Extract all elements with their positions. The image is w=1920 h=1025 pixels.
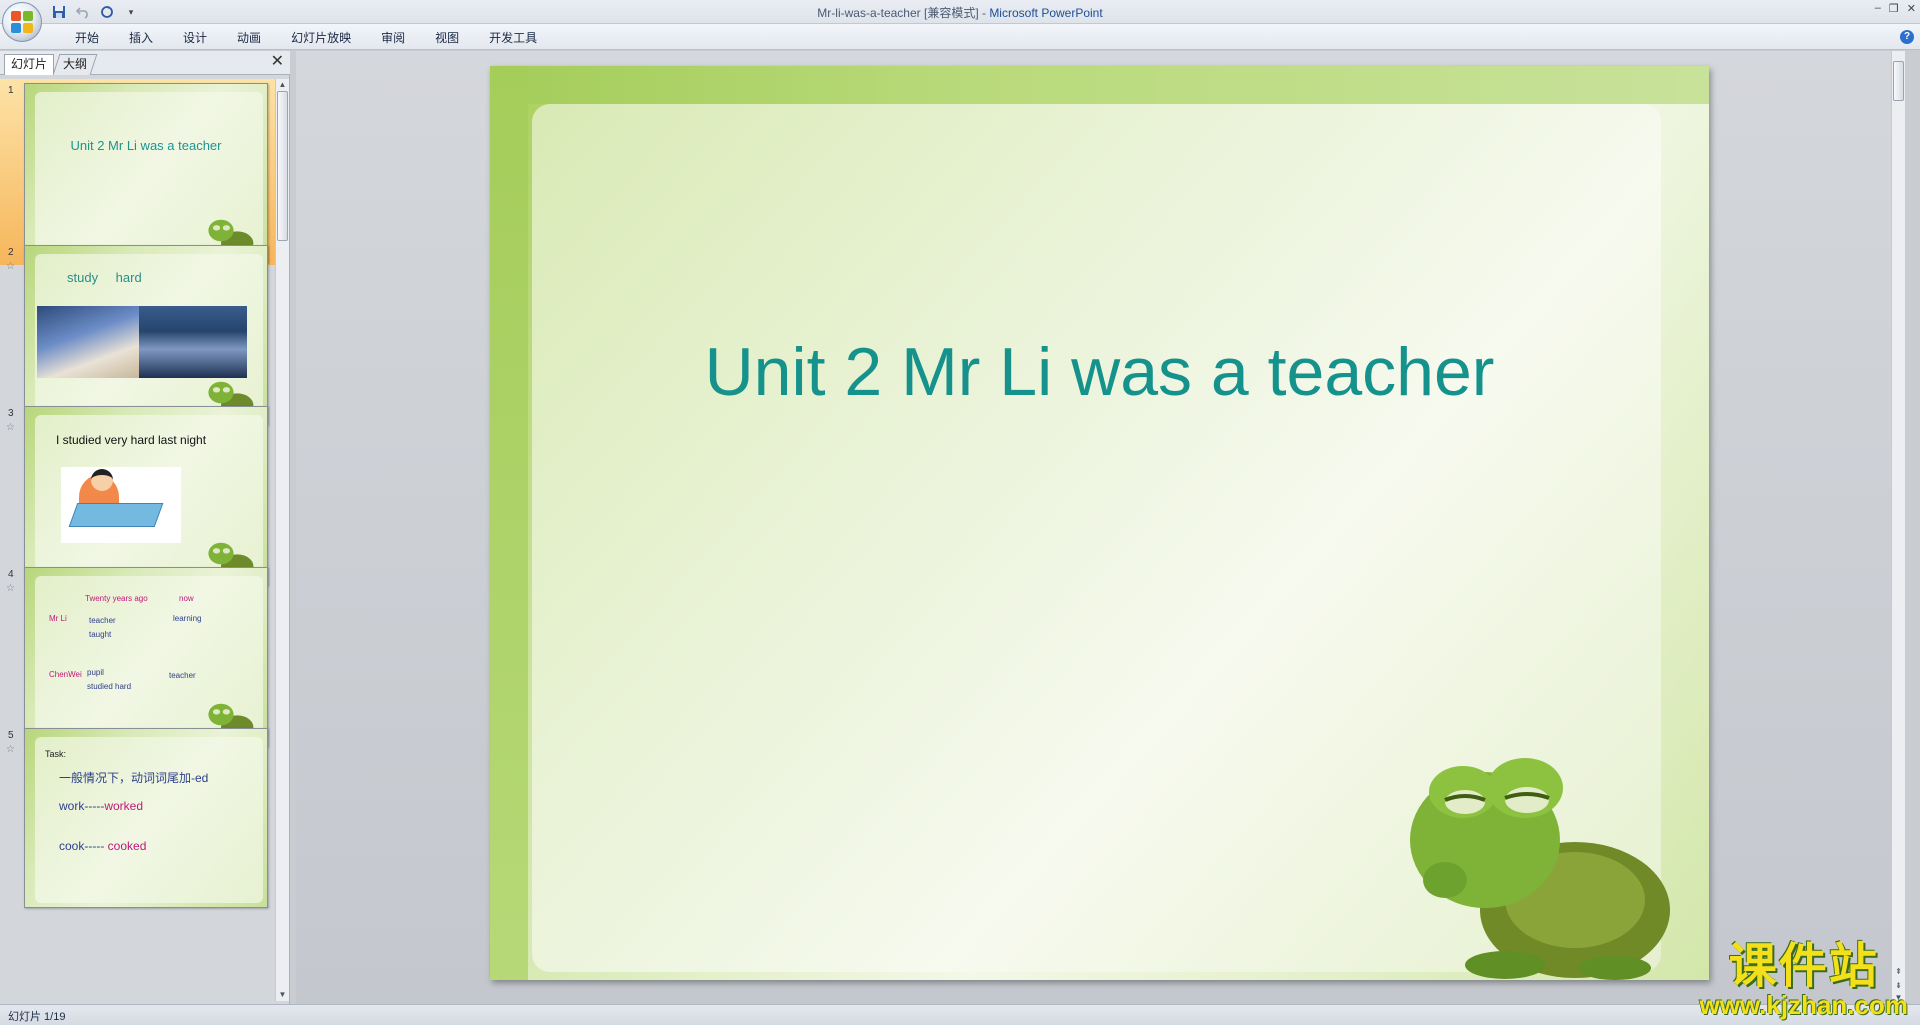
- slide-title[interactable]: Unit 2 Mr Li was a teacher: [490, 333, 1709, 411]
- slide-thumbnail-row[interactable]: 5 ☆ Task: 一般情况下，动词词尾加-ed work-----worked…: [0, 724, 276, 910]
- slide-counter: 幻灯片 1/19: [8, 1011, 66, 1023]
- animation-star-icon: ☆: [6, 583, 15, 594]
- app-name: Microsoft PowerPoint: [989, 6, 1103, 20]
- slide-thumbnail-1[interactable]: Unit 2 Mr Li was a teacher: [24, 83, 268, 263]
- slide-thumbnail-5[interactable]: Task: 一般情况下，动词词尾加-ed work-----worked coo…: [24, 728, 268, 908]
- slide-number: 3: [8, 408, 14, 419]
- slide-thumbnail-row[interactable]: 3 ☆ I studied very hard last night: [0, 402, 276, 588]
- office-button[interactable]: [2, 2, 42, 42]
- tab-insert[interactable]: 插入: [114, 29, 168, 47]
- thumb-text: now: [179, 594, 194, 603]
- close-icon[interactable]: ✕: [271, 54, 284, 70]
- panel-tabs: 幻灯片 大纲 ✕: [0, 51, 290, 75]
- thumb-text: cooked: [107, 839, 147, 853]
- window-controls: – ❐ ✕: [1875, 2, 1916, 15]
- thumb-text: teacher: [89, 616, 116, 625]
- tab-slides[interactable]: 幻灯片: [4, 54, 55, 75]
- status-bar: 幻灯片 1/19: [0, 1004, 1920, 1025]
- tab-slideshow[interactable]: 幻灯片放映: [276, 29, 366, 47]
- thumb-text: pupil: [87, 668, 104, 677]
- tab-home[interactable]: 开始: [60, 29, 114, 47]
- tab-view[interactable]: 视图: [420, 29, 474, 47]
- thumb-text: 一般情况下，动词词尾加-ed: [59, 771, 209, 785]
- editor-scrollbar[interactable]: ⇞ ⇟ ▼: [1891, 51, 1905, 1004]
- animation-star-icon: ☆: [6, 744, 15, 755]
- slide-thumbnail-row[interactable]: 4 ☆ Twenty years ago now Mr Li teacher t…: [0, 563, 276, 749]
- scroll-up-icon[interactable]: ▲: [276, 79, 289, 91]
- thumb-text: Twenty years ago: [85, 594, 148, 603]
- thumb-example-row: cook----- cooked: [59, 839, 146, 853]
- slide-thumbnail-row[interactable]: 1 Unit 2 Mr Li was a teacher: [0, 79, 276, 265]
- turtle-icon: [1410, 758, 1670, 980]
- thumb-text: ChenWei: [49, 670, 82, 679]
- slide-thumbnail-row[interactable]: 2 ☆ study hard: [0, 241, 276, 427]
- slide-thumbnail-3[interactable]: I studied very hard last night: [24, 406, 268, 586]
- slides-panel: 幻灯片 大纲 ✕ 1 Unit 2 Mr Li was a teacher 2: [0, 51, 290, 1004]
- tab-outline[interactable]: 大纲: [52, 54, 98, 75]
- ribbon-tabs: 开始 插入 设计 动画 幻灯片放映 审阅 视图 开发工具: [60, 29, 552, 47]
- thumb-text: studied hard: [87, 682, 132, 691]
- restore-button[interactable]: ❐: [1889, 2, 1899, 15]
- scroll-down-icon[interactable]: ▼: [276, 989, 289, 1001]
- close-button[interactable]: ✕: [1907, 2, 1916, 15]
- thumb-text: study hard: [67, 270, 142, 285]
- scroll-thumb[interactable]: [277, 91, 288, 241]
- studying-boy-image: [61, 467, 181, 543]
- tab-design[interactable]: 设计: [168, 29, 222, 47]
- thumb-text: Task:: [45, 749, 67, 759]
- slide-editor: Unit 2 Mr Li was a teacher ⇞ ⇟ ▼: [296, 51, 1905, 1004]
- slide-thumbnail-4[interactable]: Twenty years ago now Mr Li teacher taugh…: [24, 567, 268, 747]
- thumb-text: Mr Li: [49, 614, 67, 623]
- thumb-text: learning: [173, 614, 202, 623]
- current-slide[interactable]: Unit 2 Mr Li was a teacher: [490, 66, 1709, 980]
- window-title: Mr-li-was-a-teacher [兼容模式] - Microsoft P…: [0, 4, 1920, 21]
- tab-animations[interactable]: 动画: [222, 29, 276, 47]
- slide-number: 2: [8, 247, 14, 258]
- slide-top-band: [490, 66, 1709, 104]
- ribbon: 开始 插入 设计 动画 幻灯片放映 审阅 视图 开发工具 ?: [0, 24, 1920, 50]
- scroll-thumb[interactable]: [1893, 61, 1904, 101]
- book: [68, 503, 164, 527]
- slide-number: 4: [8, 569, 14, 580]
- slide-thumbnails: 1 Unit 2 Mr Li was a teacher 2 ☆ study h…: [0, 79, 276, 999]
- thumb-inner: [35, 737, 263, 903]
- title-bar: ▾ Mr-li-was-a-teacher [兼容模式] - Microsoft…: [0, 0, 1920, 24]
- thumb-title: Unit 2 Mr Li was a teacher: [70, 138, 222, 153]
- tab-review[interactable]: 审阅: [366, 29, 420, 47]
- thumb-example-row: work-----worked: [59, 799, 143, 813]
- slide-left-band: [490, 66, 528, 980]
- watermark-logo: 课件站 www.kjzhan.com: [1699, 926, 1908, 1021]
- classroom-photo: [139, 306, 247, 378]
- boy-head: [91, 469, 113, 491]
- thumb-text: worked: [104, 799, 144, 813]
- slide-number: 1: [8, 85, 14, 96]
- slide-thumbnail-2[interactable]: study hard: [24, 245, 268, 425]
- watermark-url: www.kjzhan.com: [1699, 990, 1908, 1020]
- students-photo: [37, 306, 139, 378]
- tab-developer[interactable]: 开发工具: [474, 29, 552, 47]
- minimize-button[interactable]: –: [1875, 2, 1881, 15]
- thumb-text: taught: [89, 630, 112, 639]
- watermark-text: 课件站: [1728, 938, 1879, 994]
- animation-star-icon: ☆: [6, 422, 15, 433]
- panel-scrollbar[interactable]: ▲ ▼: [275, 79, 289, 1001]
- thumb-text: teacher: [169, 671, 196, 680]
- tab-outline-label: 大纲: [63, 57, 88, 71]
- animation-star-icon: ☆: [6, 261, 15, 272]
- thumb-text: work-----: [59, 799, 105, 813]
- help-icon[interactable]: ?: [1900, 30, 1914, 44]
- office-logo-icon: [11, 11, 33, 33]
- thumb-text: cook-----: [59, 839, 105, 853]
- thumb-text: I studied very hard last night: [55, 433, 207, 447]
- document-title: Mr-li-was-a-teacher [兼容模式] -: [817, 6, 990, 20]
- slide-number: 5: [8, 730, 14, 741]
